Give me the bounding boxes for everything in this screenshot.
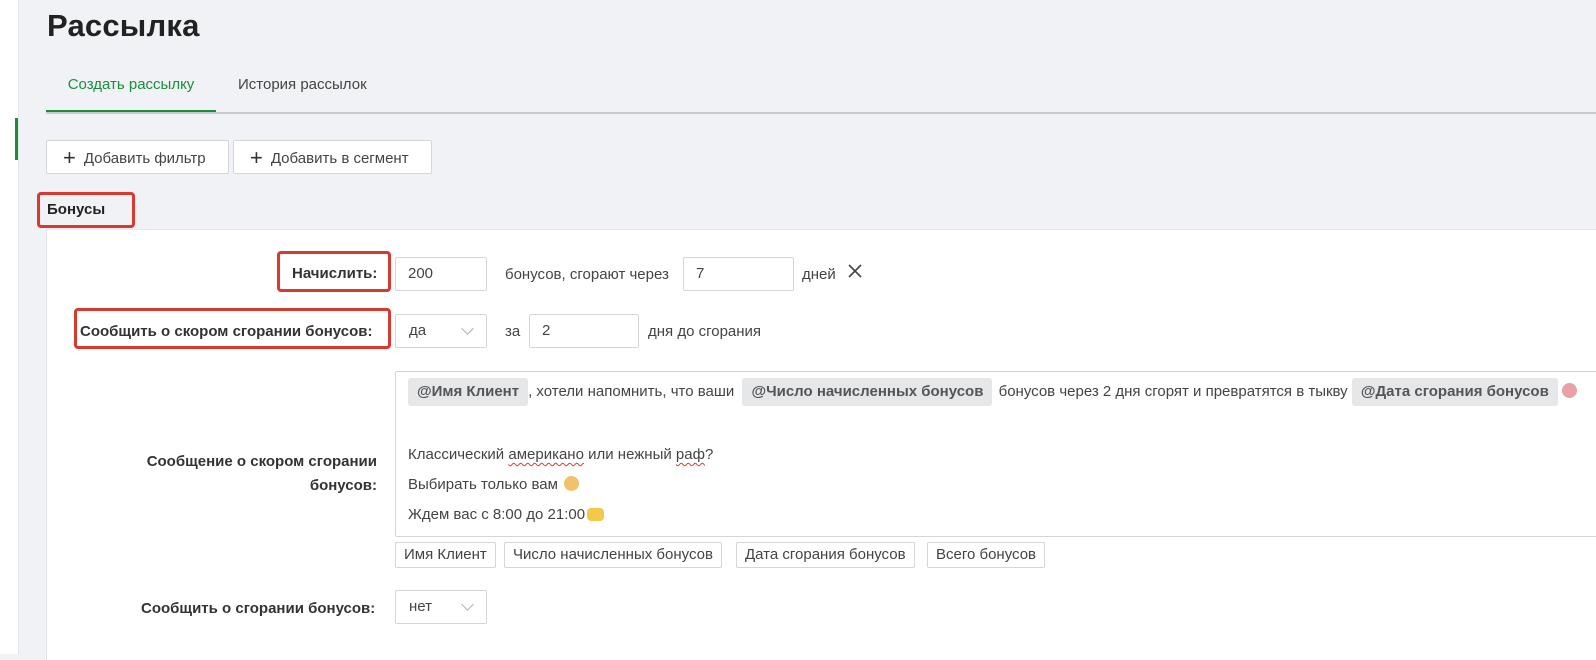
highlight-box [37,192,135,228]
chevron-down-icon [461,322,474,335]
mention-client-name: @Имя Клиент [408,378,529,406]
chevron-down-icon [461,598,474,611]
tab-mailing-history[interactable]: История рассылок [238,62,367,110]
nav-active-indicator [15,118,18,160]
line2-pre: Классический [408,446,509,463]
line4-text: Ждем вас с 8:00 до 21:00 [408,506,586,523]
notify-expired-select[interactable]: нет [395,590,487,624]
message-text-2: бонусов через 2 дня сгорят и превратятся… [998,383,1348,400]
plus-icon: + [250,145,263,170]
variable-tag-client-name[interactable]: Имя Клиент [395,542,496,568]
variable-tag-bonus-count[interactable]: Число начисленных бонусов [504,542,722,568]
expiring-message-label: Сообщение о скором сгорании бонусов: [147,450,377,498]
notify-expiring-select[interactable]: да [395,314,487,348]
message-editor[interactable]: @Имя Клиент, хотели напомнить, что ваши … [395,371,1596,537]
message-line-2: Классический американо или нежный раф? [408,446,713,463]
notify-days-input[interactable]: 2 [529,314,639,348]
notify-expired-label: Сообщить о сгорании бонусов: [141,600,376,617]
plus-icon: + [63,145,76,170]
notify-expiring-value: да [409,322,427,339]
highlight-box [277,251,391,292]
message-line-1: @Имя Клиент, хотели напомнить, что ваши … [408,378,1577,406]
page-title: Рассылка [47,8,200,43]
heart-hands-emoji-icon [587,508,605,521]
close-icon[interactable] [846,262,864,284]
spellcheck-word: американо [508,446,584,463]
variable-tag-total-bonuses[interactable]: Всего бонусов [927,542,1046,568]
line3-text: Выбирать только вам [408,476,558,493]
message-line-3: Выбирать только вам [408,476,579,493]
tab-create-mailing[interactable]: Создать рассылку [46,62,216,112]
accrue-amount-input[interactable]: 200 [395,257,487,291]
expiring-message-label-line2: бонусов: [309,477,377,494]
line2-post: ? [704,446,714,463]
mention-bonus-count: @Число начисленных бонусов [742,378,993,406]
spellcheck-word: раф [675,446,705,463]
smile-emoji-icon [563,476,579,491]
days-unit: дней [802,266,836,283]
message-line-4: Ждем вас с 8:00 до 21:00 [408,506,605,523]
add-filter-button[interactable]: + Добавить фильтр [46,140,229,174]
variable-tag-expiry-date[interactable]: Дата сгорания бонусов [736,542,915,568]
notify-prefix: за [505,323,521,340]
add-filter-label: Добавить фильтр [83,150,206,167]
notify-suffix: дня до сгорания [648,323,762,340]
mention-expiry-date: @Дата сгорания бонусов [1351,378,1558,406]
expiring-message-label-line1: Сообщение о скором сгорании [146,453,377,470]
highlight-box [74,308,391,349]
pumpkin-emoji-icon [1561,383,1577,398]
left-nav-strip [0,0,19,654]
accrue-middle-text: бонусов, сгорают через [505,266,669,283]
line2-mid: или нежный [583,446,676,463]
expire-days-input[interactable]: 7 [683,257,794,291]
message-text-1: , хотели напомнить, что ваши [528,383,735,400]
tab-bar: Создать рассылку История рассылок [46,62,1596,114]
add-segment-button[interactable]: + Добавить в сегмент [233,140,432,174]
add-segment-label: Добавить в сегмент [270,150,409,167]
notify-expired-value: нет [409,598,432,615]
